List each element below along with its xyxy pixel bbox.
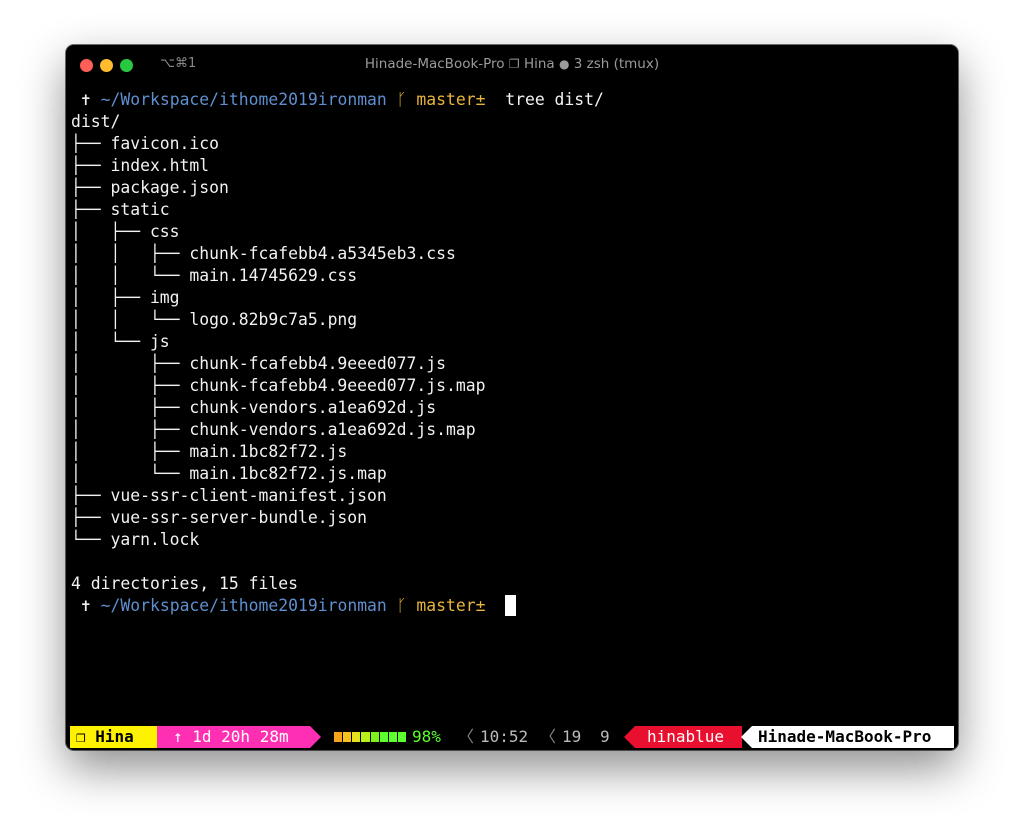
title-bar[interactable]: ⌥⌘1 Hinade-MacBook-Pro ❐ Hina ● 3 zsh (t… [66, 45, 958, 85]
terminal-window: ⌥⌘1 Hinade-MacBook-Pro ❐ Hina ● 3 zsh (t… [66, 45, 958, 750]
tree-line: ├── vue-ssr-client-manifest.json [71, 486, 387, 505]
text-cursor[interactable] [505, 595, 517, 616]
branch-icon: ᚴ [396, 90, 407, 109]
status-value-a: 19 [562, 727, 582, 746]
battery-cell [379, 732, 388, 742]
tree-line: ├── favicon.ico [71, 134, 220, 153]
prompt-cross-icon: ✝ [80, 90, 91, 109]
window-title: Hinade-MacBook-Pro ❐ Hina ● 3 zsh (tmux) [66, 56, 958, 72]
hostname: Hinade-MacBook-Pro [741, 726, 954, 748]
separator-icon: 〈 [540, 727, 557, 746]
tree-line: │ ├── css [71, 222, 180, 241]
separator-icon: 〈 [458, 727, 475, 746]
battery-cell [370, 732, 379, 742]
tree-line: │ ├── chunk-fcafebb4.9eeed077.js.map [71, 376, 486, 395]
command-text: tree dist/ [505, 90, 604, 109]
battery-cell [343, 732, 352, 742]
tree-line [71, 551, 953, 573]
battery-meter [334, 732, 406, 742]
tree-line: 4 directories, 15 files [71, 574, 298, 593]
battery-cell [388, 732, 397, 742]
battery-percent: 98% [412, 727, 441, 746]
prompt-path: ~/Workspace/ithome2019ironman [100, 90, 387, 109]
terminal-output[interactable]: ✝ ~/Workspace/ithome2019ironman ᚴ master… [71, 89, 953, 689]
tree-line: │ ├── main.1bc82f72.js [71, 442, 348, 461]
branch-icon: ᚴ [396, 596, 407, 615]
tree-output: dist/ ├── favicon.ico ├── index.html ├── pa… [71, 111, 953, 595]
git-branch: master± [416, 90, 486, 109]
tree-line: └── yarn.lock [71, 530, 200, 549]
tmux-status-bar: ❐ Hina ↑ 1d 20h 28m 98% 〈 10:52 〈 19 9 h… [70, 726, 954, 748]
tree-line: │ │ └── main.14745629.css [71, 266, 358, 285]
status-value-b: 9 [600, 727, 610, 746]
tmux-session[interactable]: ❐ Hina [70, 726, 168, 748]
username: hinablue [624, 726, 742, 748]
tree-line: │ ├── img [71, 288, 180, 307]
tree-line: dist/ [71, 112, 121, 131]
battery-cell [352, 732, 361, 742]
clock: 10:52 [480, 727, 529, 746]
prompt-cross-icon: ✝ [80, 596, 91, 615]
tree-line: │ │ ├── chunk-fcafebb4.a5345eb3.css [71, 244, 456, 263]
tree-line: │ ├── chunk-vendors.a1ea692d.js.map [71, 420, 476, 439]
tree-line: ├── package.json [71, 178, 229, 197]
tree-line: │ └── main.1bc82f72.js.map [71, 464, 387, 483]
tree-line: │ ├── chunk-vendors.a1ea692d.js [71, 398, 437, 417]
tree-line: │ ├── chunk-fcafebb4.9eeed077.js [71, 354, 446, 373]
tree-line: │ └── js [71, 332, 170, 351]
tree-line: ├── vue-ssr-server-bundle.json [71, 508, 368, 527]
title-host: Hinade-MacBook-Pro [364, 56, 505, 72]
tree-line: ├── static [71, 200, 170, 219]
title-session: Hina [523, 56, 555, 72]
tree-line: │ │ └── logo.82b9c7a5.png [71, 310, 358, 329]
uptime: ↑ 1d 20h 28m [157, 726, 321, 748]
battery-cell [334, 732, 343, 742]
prompt-line: ✝ ~/Workspace/ithome2019ironman ᚴ master… [71, 89, 953, 111]
battery-cell [361, 732, 370, 742]
prompt-path: ~/Workspace/ithome2019ironman [100, 596, 387, 615]
tree-line: ├── index.html [71, 156, 210, 175]
battery-cell [397, 732, 406, 742]
circle-icon: ● [558, 57, 570, 71]
prompt-line-current: ✝ ~/Workspace/ithome2019ironman ᚴ master… [71, 595, 953, 617]
window-icon: ❐ [508, 57, 520, 71]
git-branch: master± [416, 596, 486, 615]
title-pane: 3 zsh (tmux) [573, 56, 660, 72]
